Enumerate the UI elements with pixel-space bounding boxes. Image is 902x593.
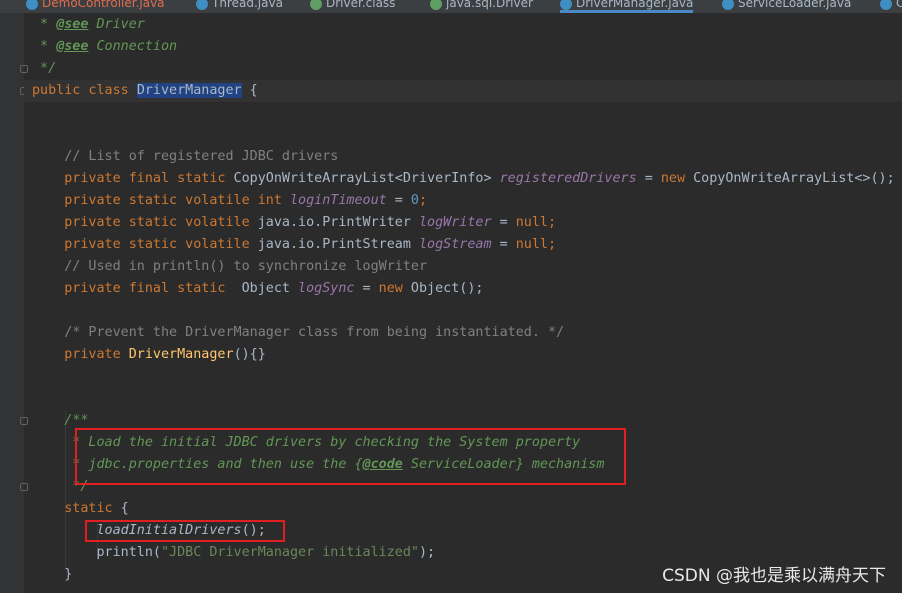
java-class-icon bbox=[880, 0, 892, 10]
fold-marker-icon[interactable] bbox=[20, 65, 28, 73]
tab-serviceloader[interactable]: ServiceLoader.java bbox=[722, 0, 851, 13]
java-class-icon bbox=[722, 0, 734, 10]
code-line-comment[interactable]: /* Prevent the DriverManager class from … bbox=[32, 322, 564, 344]
code-line-static-block[interactable]: static { bbox=[32, 498, 129, 520]
java-class-icon bbox=[26, 0, 38, 10]
tab-thread[interactable]: Thread.java bbox=[196, 0, 283, 13]
code-line-log-stream[interactable]: private static volatile java.io.PrintStr… bbox=[32, 234, 556, 256]
code-line-log-writer[interactable]: private static volatile java.io.PrintWri… bbox=[32, 212, 556, 234]
code-line-class-decl[interactable]: public class DriverManager { bbox=[32, 80, 258, 102]
fold-marker-icon[interactable] bbox=[20, 417, 28, 425]
code-line-constructor[interactable]: private DriverManager(){} bbox=[32, 344, 266, 366]
tab-driver-class[interactable]: Driver.class bbox=[310, 0, 395, 13]
code-line-comment[interactable]: // List of registered JDBC drivers bbox=[32, 146, 338, 168]
watermark: CSDN @我也是乘以满舟天下 bbox=[662, 566, 886, 586]
tab-drivermanager[interactable]: DriverManager.java bbox=[560, 0, 694, 13]
code-line-log-sync[interactable]: private final static Object logSync = ne… bbox=[32, 278, 483, 300]
code-line-3[interactable]: */ bbox=[32, 58, 56, 80]
line-gutter bbox=[0, 13, 24, 593]
code-line-println[interactable]: println("JDBC DriverManager initialized"… bbox=[32, 542, 435, 564]
code-line-2[interactable]: * @see Connection bbox=[32, 36, 177, 58]
tab-democontroller[interactable]: DemoController.java bbox=[26, 0, 165, 13]
interface-icon bbox=[310, 0, 322, 10]
interface-icon bbox=[430, 0, 442, 10]
java-class-icon bbox=[196, 0, 208, 10]
tab-java-sql-driver[interactable]: java.sql.Driver bbox=[430, 0, 533, 13]
java-class-icon bbox=[560, 0, 572, 10]
annotation-box-javadoc bbox=[75, 428, 626, 485]
fold-marker-icon[interactable] bbox=[20, 483, 28, 491]
editor-tab-bar: DemoController.java Thread.java Driver.c… bbox=[0, 0, 902, 13]
code-line-1[interactable]: * @see Driver bbox=[32, 14, 145, 36]
code-line-registered-drivers[interactable]: private final static CopyOnWriteArrayLis… bbox=[32, 168, 894, 190]
code-line-comment[interactable]: // Used in println() to synchronize logW… bbox=[32, 256, 427, 278]
tab-overflow[interactable]: C bbox=[880, 0, 902, 13]
code-line-close-brace[interactable]: } bbox=[32, 564, 72, 586]
annotation-box-load-drivers bbox=[85, 520, 285, 542]
code-line-login-timeout[interactable]: private static volatile int loginTimeout… bbox=[32, 190, 427, 212]
